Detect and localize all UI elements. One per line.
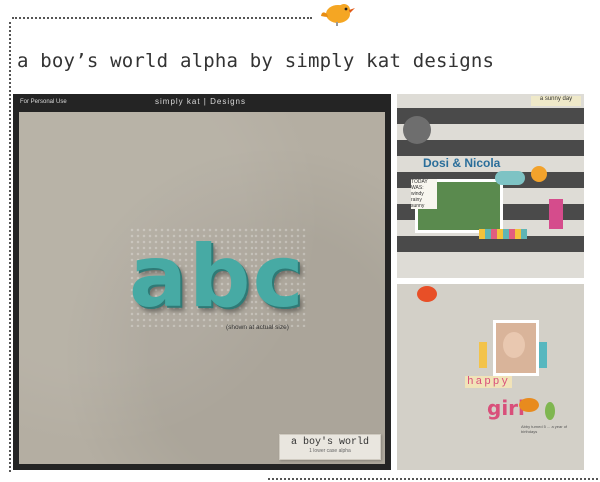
bow-icon (519, 398, 539, 412)
journal-text: Abby turned 5 ... a year of birthdays (521, 424, 568, 434)
brand-logo: simply kat | Designs (155, 97, 246, 106)
candle-icon (479, 342, 487, 368)
weather-note: TODAY WAS: windy rainy sunny (411, 179, 437, 209)
pink-tag (549, 199, 563, 229)
sunny-day-tag: a sunny day (531, 96, 581, 106)
letter-c: c (252, 227, 306, 327)
kraft-paper-background: abc (shown at actual size) a boy's world… (19, 112, 385, 464)
yellow-bird-icon (321, 4, 355, 26)
sun-icon (531, 166, 547, 182)
stripe (397, 140, 584, 156)
layout1-title: Dosi & Nicola (423, 156, 501, 170)
leaf-icon (545, 402, 555, 420)
dotted-border-bottom (268, 478, 598, 480)
candle-icon (539, 342, 547, 368)
bunting-banner (479, 229, 527, 239)
personal-use-label: For Personal Use (20, 99, 67, 105)
letter-b: b (189, 227, 253, 327)
product-label: a boy's world 1 lower case alpha (279, 434, 381, 460)
cloud-icon (495, 171, 525, 185)
page-title: a boy’s world alpha by simply kat design… (17, 50, 495, 72)
flower-cluster (403, 116, 431, 144)
flower-icon (417, 286, 437, 302)
dotted-border-left (9, 22, 11, 472)
note-item: sunny (411, 203, 425, 209)
sample-layout-sunny-day[interactable]: a sunny day Dosi & Nicola TODAY WAS: win… (397, 94, 584, 278)
dotted-border-top (12, 17, 312, 19)
letter-a: a (129, 227, 190, 327)
product-preview[interactable]: For Personal Use simply kat | Designs ab… (13, 94, 391, 470)
product-label-title: a boy's world (290, 437, 369, 448)
sample-layout-happy-girl[interactable]: happy girl Abby turned 5 ... a year of b… (397, 284, 584, 470)
product-label-subtitle: 1 lower case alpha (309, 448, 351, 454)
girl-face (503, 332, 525, 358)
alpha-letters: abc (129, 227, 306, 327)
note-title: TODAY WAS: (411, 179, 428, 191)
preview-header: For Personal Use simply kat | Designs (13, 94, 391, 112)
size-note: (shown at actual size) (226, 324, 289, 331)
happy-word: happy (465, 376, 513, 388)
